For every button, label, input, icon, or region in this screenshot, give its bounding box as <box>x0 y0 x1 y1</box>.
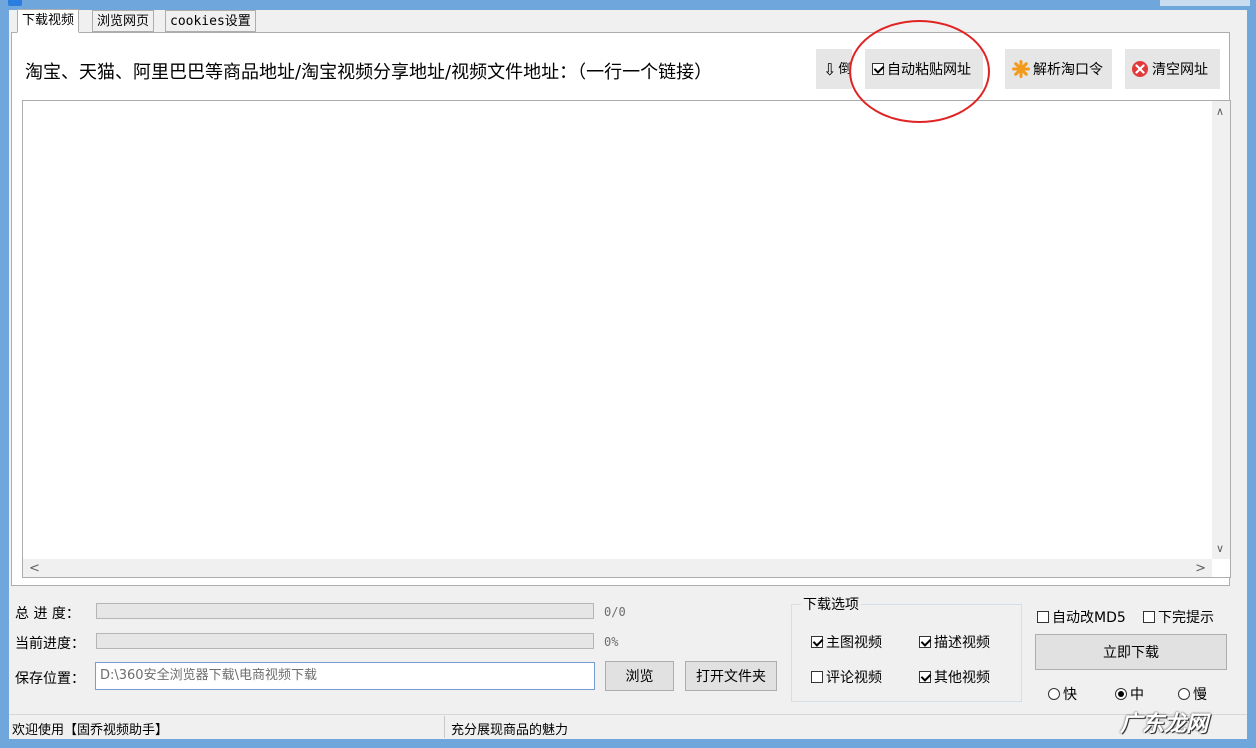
desc-video-checkbox[interactable]: 描述视频 <box>919 632 990 652</box>
speed-medium-label: 中 <box>1130 687 1144 703</box>
total-progress-text: 0/0 <box>604 605 626 619</box>
parse-label: 解析淘口令 <box>1033 62 1103 78</box>
done-tip-label: 下完提示 <box>1158 610 1214 626</box>
scroll-left-icon[interactable]: < <box>29 561 40 576</box>
auto-md5-label: 自动改MD5 <box>1052 610 1126 626</box>
scroll-up-icon[interactable]: ∧ <box>1216 105 1224 118</box>
comment-video-checkbox[interactable]: 评论视频 <box>811 667 882 687</box>
current-progress-text: 0% <box>604 635 619 649</box>
current-progress-bar <box>96 633 594 649</box>
status-tagline-text: 充分展现商品的魅力 <box>451 723 569 738</box>
browse-button[interactable]: 浏览 <box>605 661 674 691</box>
watermark-logo: 广东龙网 <box>1120 712 1209 737</box>
window-controls[interactable] <box>1160 0 1250 6</box>
download-options-group <box>791 604 1022 702</box>
app-window: 下载视频 浏览网页 cookies设置 淘宝、天猫、阿里巴巴等商品地址/淘宝视频… <box>0 0 1256 748</box>
speed-slow-radio[interactable]: 慢 <box>1178 684 1207 704</box>
desc-video-label: 描述视频 <box>934 635 990 651</box>
main-video-label: 主图视频 <box>826 635 882 651</box>
total-progress-label: 总 进 度： <box>15 606 80 622</box>
speed-slow-radio-icon <box>1178 688 1190 700</box>
reverse-order-label: 倒序 <box>838 61 852 77</box>
speed-medium-radio[interactable]: 中 <box>1115 684 1144 704</box>
main-video-check-icon <box>811 636 823 648</box>
desc-video-check-icon <box>919 636 931 648</box>
parse-taokouling-button[interactable]: 解析淘口令 <box>1005 49 1112 89</box>
scroll-right-icon[interactable]: > <box>1195 561 1206 576</box>
status-bar <box>9 714 1247 739</box>
save-path-input[interactable]: D:\360安全浏览器下载\电商视频下载 <box>95 662 595 690</box>
download-options-title: 下载选项 <box>801 594 861 614</box>
speed-fast-radio[interactable]: 快 <box>1048 684 1077 704</box>
instruction-text: 淘宝、天猫、阿里巴巴等商品地址/淘宝视频分享地址/视频文件地址：（一行一个链接） <box>25 62 713 83</box>
speed-fast-radio-icon <box>1048 688 1060 700</box>
status-welcome-text: 欢迎使用【固乔视频助手】 <box>12 723 169 738</box>
tab-cookies-settings[interactable]: cookies设置 <box>165 10 256 32</box>
comment-video-check-icon <box>811 671 823 683</box>
save-location-label: 保存位置： <box>15 671 85 687</box>
auto-paste-check-icon <box>872 63 884 75</box>
total-progress-bar <box>96 603 594 619</box>
other-video-label: 其他视频 <box>934 670 990 686</box>
vertical-scrollbar[interactable]: ∧ ∨ <box>1212 101 1230 559</box>
main-video-checkbox[interactable]: 主图视频 <box>811 632 882 652</box>
down-arrow-icon: ⇩ <box>823 59 837 79</box>
tab-browse-web[interactable]: 浏览网页 <box>92 10 155 32</box>
horizontal-scrollbar[interactable]: < > <box>23 559 1212 577</box>
done-tip-checkbox[interactable]: 下完提示 <box>1143 607 1214 627</box>
status-separator <box>444 716 445 738</box>
other-video-check-icon <box>919 671 931 683</box>
url-textarea[interactable]: ∧ ∨ < > <box>22 100 1231 578</box>
current-progress-label: 当前进度： <box>15 636 85 652</box>
tab-download-video[interactable]: 下载视频 <box>17 9 80 33</box>
close-circle-icon <box>1132 61 1148 77</box>
speed-slow-label: 慢 <box>1193 687 1207 703</box>
tab-label: cookies设置 <box>170 14 251 29</box>
open-folder-button[interactable]: 打开文件夹 <box>685 661 777 691</box>
auto-md5-check-icon <box>1037 611 1049 623</box>
star-icon <box>1012 60 1030 78</box>
clear-urls-button[interactable]: 清空网址 <box>1125 49 1220 89</box>
speed-fast-label: 快 <box>1063 687 1077 703</box>
tab-label: 浏览网页 <box>97 14 150 29</box>
speed-medium-radio-icon <box>1115 688 1127 700</box>
comment-video-label: 评论视频 <box>826 670 882 686</box>
download-now-button[interactable]: 立即下载 <box>1035 634 1227 670</box>
reverse-order-button[interactable]: ⇩ 倒序 <box>816 49 852 89</box>
done-tip-check-icon <box>1143 611 1155 623</box>
auto-paste-checkbox[interactable]: 自动粘贴网址 <box>865 49 983 89</box>
auto-md5-checkbox[interactable]: 自动改MD5 <box>1037 607 1126 627</box>
other-video-checkbox[interactable]: 其他视频 <box>919 667 990 687</box>
auto-paste-label: 自动粘贴网址 <box>887 62 971 78</box>
app-icon <box>8 0 22 6</box>
clear-label: 清空网址 <box>1152 62 1208 78</box>
scroll-down-icon[interactable]: ∨ <box>1216 542 1224 555</box>
title-bar <box>0 0 1256 10</box>
tab-label: 下载视频 <box>22 13 75 28</box>
